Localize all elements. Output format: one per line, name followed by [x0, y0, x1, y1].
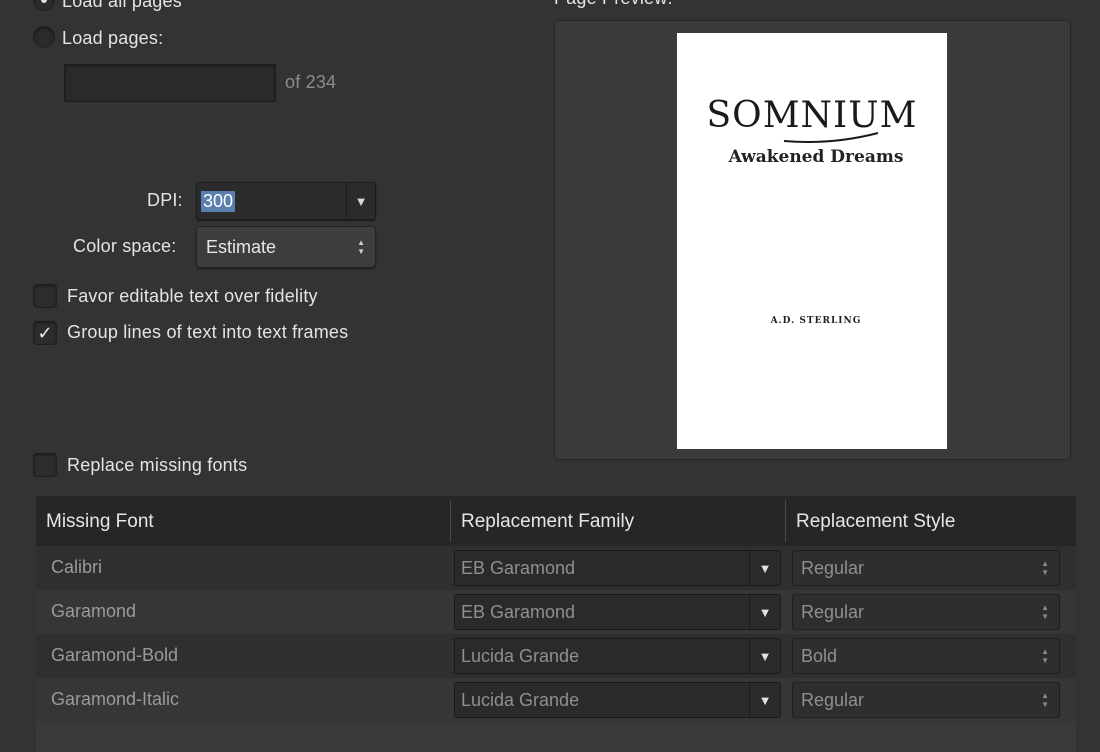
table-row[interactable]: Garamond EB Garamond ▼ Regular ▲ ▼ — [36, 590, 1076, 634]
replacement-style-value: Regular — [801, 690, 865, 710]
page-preview-panel: SOMNIUM Awakened Dreams A.D. Sterling — [554, 20, 1071, 460]
table-header: Missing Font Replacement Family Replacem… — [36, 496, 1076, 546]
book-subtitle: Awakened Dreams — [728, 147, 904, 167]
family-dropdown-button[interactable]: ▼ — [749, 639, 780, 673]
column-header-missing-font[interactable]: Missing Font — [36, 496, 450, 546]
page-preview-image: SOMNIUM Awakened Dreams A.D. Sterling — [677, 33, 947, 449]
family-dropdown-button[interactable]: ▼ — [749, 683, 780, 717]
replacement-family-value[interactable]: EB Garamond — [461, 595, 575, 629]
stepper-icon: ▲ ▼ — [1041, 691, 1049, 709]
load-all-pages-label: Load all pages — [62, 0, 182, 11]
replacement-family-combobox[interactable]: Lucida Grande ▼ — [454, 682, 781, 718]
chevron-down-icon: ▼ — [758, 560, 772, 576]
missing-font-name: Garamond-Bold — [51, 645, 179, 665]
favor-editable-label: Favor editable text over fidelity — [67, 286, 318, 306]
chevron-down-icon: ▼ — [758, 604, 772, 620]
table-row[interactable]: Calibri EB Garamond ▼ Regular ▲ ▼ — [36, 546, 1076, 590]
replacement-family-value[interactable]: Lucida Grande — [461, 639, 579, 673]
book-title: SOMNIUM — [706, 95, 918, 136]
replacement-style-popup[interactable]: Regular ▲ ▼ — [792, 594, 1060, 630]
dpi-label: DPI: — [147, 190, 183, 210]
missing-fonts-table: Missing Font Replacement Family Replacem… — [36, 496, 1076, 752]
checkmark-icon: ✓ — [37, 323, 53, 343]
load-pages-label: Load pages: — [62, 28, 164, 48]
group-lines-checkbox[interactable]: ✓ — [33, 321, 57, 345]
replacement-style-value: Regular — [801, 558, 865, 578]
replacement-style-popup[interactable]: Regular ▲ ▼ — [792, 550, 1060, 586]
replacement-style-value: Bold — [801, 646, 838, 666]
chevron-down-icon: ▼ — [758, 692, 772, 708]
pages-range-input[interactable] — [64, 64, 276, 102]
replacement-style-popup[interactable]: Regular ▲ ▼ — [792, 682, 1060, 718]
dpi-value[interactable]: 300 — [201, 191, 236, 212]
missing-font-name: Garamond — [51, 601, 137, 621]
replacement-family-combobox[interactable]: EB Garamond ▼ — [454, 594, 781, 630]
stepper-icon: ▲ ▼ — [357, 238, 365, 256]
table-empty-row — [36, 722, 1076, 752]
title-swash — [783, 132, 879, 143]
replacement-family-value[interactable]: Lucida Grande — [461, 683, 579, 717]
stepper-icon: ▲ ▼ — [1041, 559, 1049, 577]
stepper-icon: ▲ ▼ — [1041, 647, 1049, 665]
replacement-family-combobox[interactable]: Lucida Grande ▼ — [454, 638, 781, 674]
chevron-down-icon: ▼ — [354, 193, 368, 209]
dpi-dropdown-button[interactable]: ▼ — [346, 183, 375, 219]
family-dropdown-button[interactable]: ▼ — [749, 595, 780, 629]
replacement-style-popup[interactable]: Bold ▲ ▼ — [792, 638, 1060, 674]
replacement-style-value: Regular — [801, 602, 865, 622]
page-count-label: of 234 — [285, 72, 337, 92]
dpi-combobox[interactable]: 300 ▼ — [196, 182, 376, 220]
replacement-family-combobox[interactable]: EB Garamond ▼ — [454, 550, 781, 586]
missing-font-name: Calibri — [51, 557, 103, 577]
replace-fonts-checkbox[interactable] — [33, 453, 57, 477]
missing-font-name: Garamond-Italic — [51, 689, 180, 709]
color-space-value: Estimate — [206, 237, 277, 257]
replace-fonts-label: Replace missing fonts — [67, 455, 248, 475]
replacement-family-value[interactable]: EB Garamond — [461, 551, 575, 585]
table-row[interactable]: Garamond-Italic Lucida Grande ▼ Regular … — [36, 678, 1076, 722]
table-row[interactable]: Garamond-Bold Lucida Grande ▼ Bold ▲ ▼ — [36, 634, 1076, 678]
stepper-icon: ▲ ▼ — [1041, 603, 1049, 621]
page-preview-label: Page Preview: — [554, 0, 673, 9]
column-header-replacement-style[interactable]: Replacement Style — [786, 496, 1076, 546]
chevron-down-icon: ▼ — [758, 648, 772, 664]
book-author: A.D. Sterling — [770, 316, 862, 326]
favor-editable-checkbox[interactable] — [33, 284, 57, 308]
load-all-pages-radio[interactable] — [33, 0, 55, 11]
color-space-popup[interactable]: Estimate ▲ ▼ — [196, 226, 376, 268]
group-lines-label: Group lines of text into text frames — [67, 322, 349, 342]
color-space-label: Color space: — [73, 236, 177, 256]
column-header-replacement-family[interactable]: Replacement Family — [451, 496, 785, 546]
family-dropdown-button[interactable]: ▼ — [749, 551, 780, 585]
load-pages-radio[interactable] — [33, 26, 55, 48]
